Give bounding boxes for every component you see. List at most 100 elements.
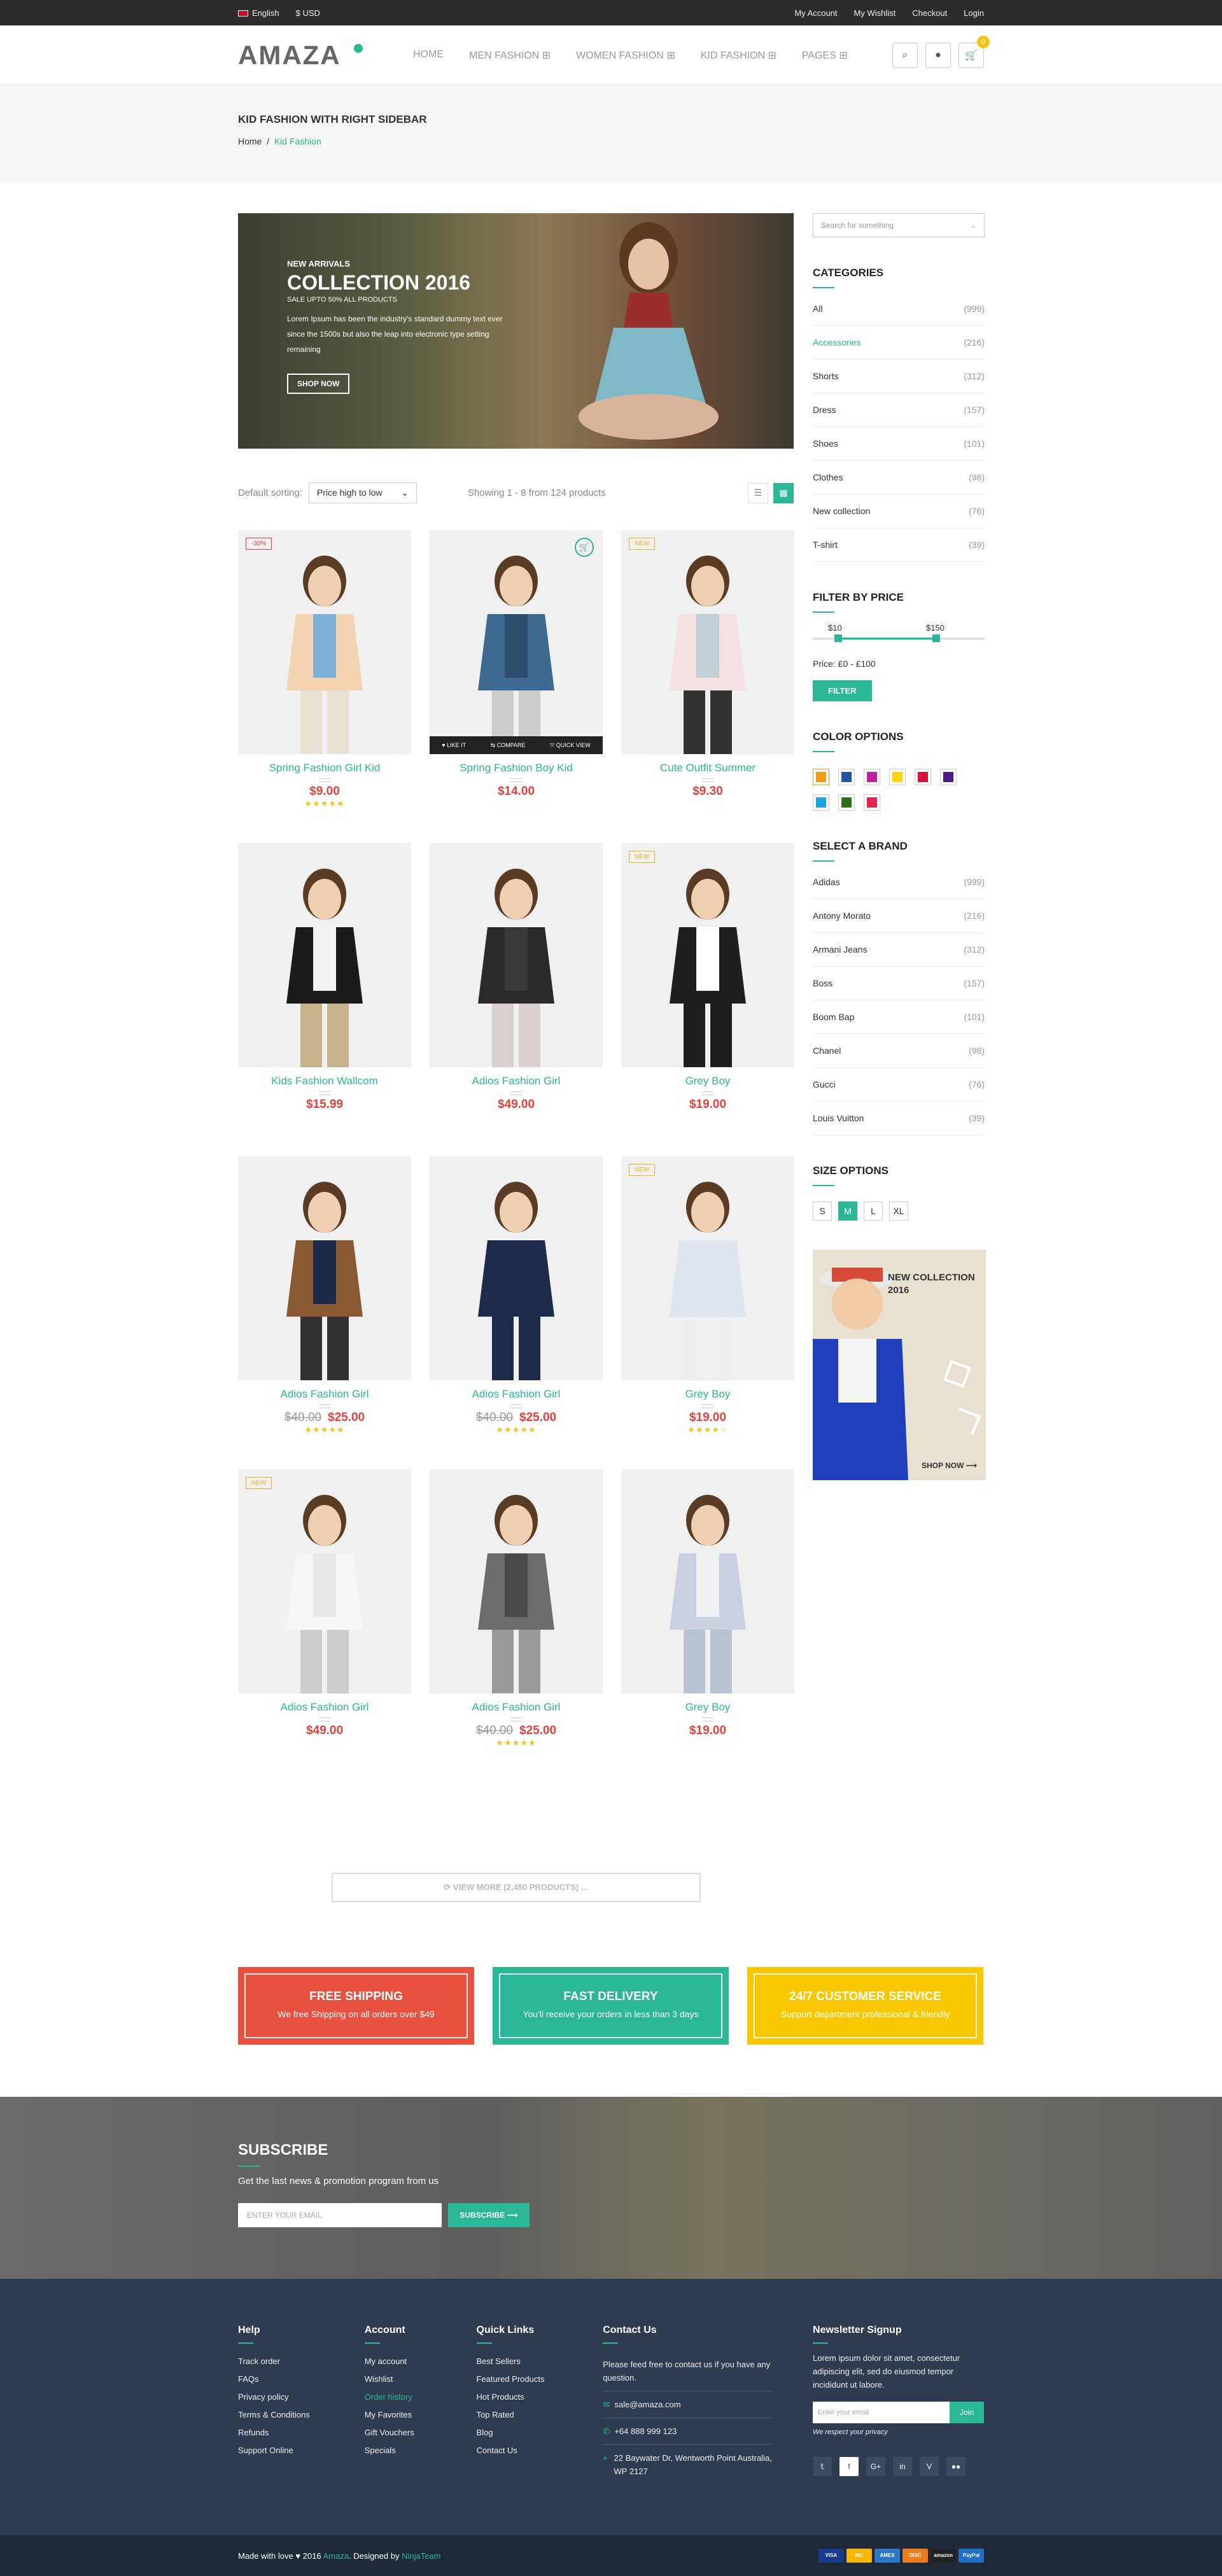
product-card[interactable]: NEW Cute Outfit Summer $9.30 (621, 530, 794, 843)
nav-pages[interactable]: PAGES ⊞ (802, 49, 848, 62)
brand-item[interactable]: Gucci (76) (813, 1068, 985, 1102)
footer-help-link[interactable]: FAQs (238, 2370, 365, 2388)
footer-quick-link[interactable]: Featured Products (477, 2370, 603, 2388)
nav-men-fashion[interactable]: MEN FASHION ⊞ (469, 49, 551, 62)
brand-link[interactable]: Amaza (323, 2551, 349, 2561)
view-more-button[interactable]: ⟳ VIEW MORE (2,450 PRODUCTS) ... (331, 1873, 701, 1902)
list-view-button[interactable]: ☰ (748, 482, 768, 503)
footer-help-link[interactable]: Track order (238, 2353, 365, 2370)
size-option[interactable]: L (864, 1201, 883, 1221)
product-name[interactable]: Adios Fashion Girl (430, 1075, 603, 1088)
footer-account-link[interactable]: Specials (365, 2442, 477, 2460)
footer-quick-link[interactable]: Hot Products (477, 2388, 603, 2406)
size-option[interactable]: M (838, 1201, 857, 1221)
slider-handle-min[interactable] (834, 634, 842, 642)
footer-account-link[interactable]: Order history (365, 2388, 477, 2406)
product-image[interactable] (430, 843, 603, 1067)
product-image[interactable] (238, 843, 411, 1067)
product-name[interactable]: Spring Fashion Boy Kid (430, 762, 603, 774)
product-card[interactable]: -30% Spring Fashion Girl Kid $9.00 ★★★★★ (238, 530, 411, 843)
color-swatch[interactable] (838, 769, 855, 785)
footer-help-link[interactable]: Terms & Conditions (238, 2406, 365, 2424)
footer-help-link[interactable]: Support Online (238, 2442, 365, 2460)
category-item[interactable]: Clothes (98) (813, 461, 985, 494)
product-card[interactable]: Kids Fashion Wallcom $15.99 (238, 843, 411, 1156)
filter-button[interactable]: FILTER (813, 680, 872, 701)
checkout-link[interactable]: Checkout (912, 8, 947, 18)
product-card[interactable]: 🛒 ♥ LIKE IT ⇆ COMPARE ⤧ QUICK VIEW Spring Fa… (430, 530, 603, 843)
like-button[interactable]: ♥ LIKE IT (442, 742, 466, 748)
product-image[interactable]: 🛒 ♥ LIKE IT ⇆ COMPARE ⤧ QUICK VIEW (430, 530, 603, 754)
login-link[interactable]: Login (964, 8, 984, 18)
color-swatch[interactable] (864, 794, 880, 811)
product-card[interactable]: NEW Adios Fashion Girl $49.00 (238, 1469, 411, 1782)
twitter-icon[interactable]: 𝕥 (813, 2457, 832, 2476)
product-card[interactable]: Adios Fashion Girl $40.00 $25.00 ★★★★★ (430, 1469, 603, 1782)
footer-help-link[interactable]: Privacy policy (238, 2388, 365, 2406)
promo-shop-now-link[interactable]: SHOP NOW ⟶ (922, 1461, 977, 1470)
category-item[interactable]: New collection (76) (813, 494, 985, 528)
size-option[interactable]: XL (889, 1201, 908, 1221)
size-option[interactable]: S (813, 1201, 832, 1221)
sidebar-promo-banner[interactable]: NEW COLLECTION 2016 SHOP NOW ⟶ (813, 1250, 986, 1480)
color-swatch[interactable] (864, 769, 880, 785)
compare-button[interactable]: ⇆ COMPARE (491, 742, 526, 749)
category-item[interactable]: Shoes (101) (813, 427, 985, 461)
product-name[interactable]: Spring Fashion Girl Kid (238, 762, 411, 774)
product-image[interactable]: NEW (621, 1156, 794, 1380)
sidebar-search[interactable]: Search for something → (813, 213, 985, 237)
product-name[interactable]: Adios Fashion Girl (430, 1701, 603, 1714)
nav-home[interactable]: HOME (413, 49, 444, 62)
product-card[interactable]: NEW Grey Boy $19.00 (621, 843, 794, 1156)
footer-help-link[interactable]: Refunds (238, 2424, 365, 2442)
slider-handle-max[interactable] (932, 634, 940, 642)
flickr-icon[interactable]: ●● (946, 2457, 966, 2476)
product-name[interactable]: Kids Fashion Wallcom (238, 1075, 411, 1088)
footer-quick-link[interactable]: Blog (477, 2424, 603, 2442)
brand-item[interactable]: Adidas (999) (813, 865, 985, 899)
color-swatch[interactable] (915, 769, 931, 785)
price-slider[interactable]: $10 $150 (813, 623, 985, 645)
product-image[interactable] (238, 1156, 411, 1380)
footer-quick-link[interactable]: Contact Us (477, 2442, 603, 2460)
color-swatch[interactable] (889, 769, 906, 785)
product-image[interactable] (621, 1469, 794, 1693)
nav-kid-fashion[interactable]: KID FASHION ⊞ (701, 49, 776, 62)
brand-item[interactable]: Armani Jeans (312) (813, 933, 985, 967)
product-name[interactable]: Grey Boy (621, 1701, 794, 1714)
google-plus-icon[interactable]: G+ (866, 2457, 886, 2476)
product-image[interactable]: NEW (621, 530, 794, 754)
hero-banner[interactable]: NEW ARRIVALS COLLECTION 2016 SALE UPTO 5… (238, 213, 794, 449)
product-name[interactable]: Cute Outfit Summer (621, 762, 794, 774)
product-image[interactable] (430, 1156, 603, 1380)
subscribe-button[interactable]: SUBSCRIBE ⟶ (448, 2203, 530, 2227)
product-card[interactable]: Adios Fashion Girl $40.00 $25.00 ★★★★★ (238, 1156, 411, 1469)
facebook-icon[interactable]: f (839, 2457, 859, 2476)
product-card[interactable]: Adios Fashion Girl $49.00 (430, 843, 603, 1156)
footer-quick-link[interactable]: Top Rated (477, 2406, 603, 2424)
product-image[interactable]: -30% (238, 530, 411, 754)
product-image[interactable] (430, 1469, 603, 1693)
product-card[interactable]: Grey Boy $19.00 (621, 1469, 794, 1782)
footer-account-link[interactable]: My account (365, 2353, 477, 2370)
product-image[interactable]: NEW (238, 1469, 411, 1693)
category-item[interactable]: Accessories (216) (813, 326, 985, 360)
sort-select[interactable]: Price high to low ⌄ (308, 482, 417, 503)
hero-shop-now-button[interactable]: SHOP NOW (287, 374, 350, 394)
footer-account-link[interactable]: Wishlist (365, 2370, 477, 2388)
color-swatch[interactable] (813, 769, 829, 785)
newsletter-join-button[interactable]: Join (950, 2402, 985, 2423)
my-account-link[interactable]: My Account (794, 8, 837, 18)
color-swatch[interactable] (813, 794, 829, 811)
my-wishlist-link[interactable]: My Wishlist (854, 8, 896, 18)
search-button[interactable]: ⌕ (892, 42, 918, 68)
product-name[interactable]: Grey Boy (621, 1075, 794, 1088)
category-item[interactable]: T-shirt (39) (813, 528, 985, 562)
grid-view-button[interactable]: ▦ (773, 482, 794, 503)
brand-item[interactable]: Boss (157) (813, 967, 985, 1000)
product-name[interactable]: Adios Fashion Girl (238, 1701, 411, 1714)
product-name[interactable]: Adios Fashion Girl (430, 1388, 603, 1401)
language-selector[interactable]: English (238, 8, 279, 18)
product-name[interactable]: Grey Boy (621, 1388, 794, 1401)
add-to-cart-icon[interactable]: 🛒 (575, 538, 594, 557)
